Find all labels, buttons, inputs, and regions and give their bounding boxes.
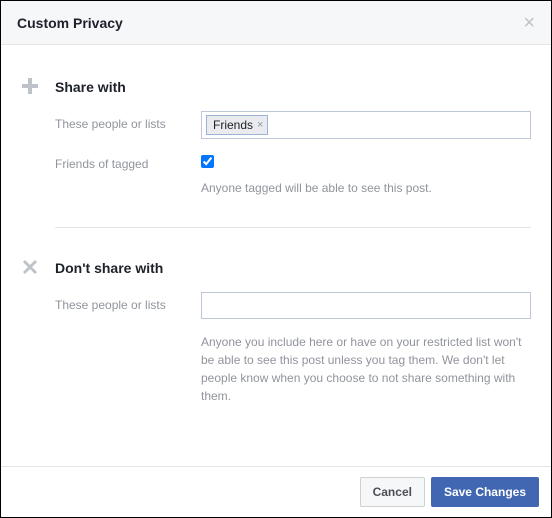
plus-icon [21,77,55,95]
share-people-label: These people or lists [55,111,201,131]
divider [55,227,531,228]
dialog-content: Share with These people or lists Friends… [1,45,551,417]
dialog-title: Custom Privacy [17,15,123,31]
friends-of-tagged-row: Friends of tagged Anyone tagged will be … [55,151,531,197]
dont-share-people-label: These people or lists [55,292,201,312]
friends-of-tagged-label: Friends of tagged [55,151,201,171]
close-icon[interactable]: × [523,13,535,33]
share-people-input[interactable]: Friends × [201,111,531,139]
share-section: Share with These people or lists Friends… [21,65,531,209]
save-button[interactable]: Save Changes [431,477,539,507]
dialog-header: Custom Privacy × [1,1,551,45]
share-hint: Anyone tagged will be able to see this p… [201,179,531,197]
dont-share-section: Don't share with These people or lists A… [21,246,531,417]
friends-of-tagged-checkbox[interactable] [201,155,214,168]
share-people-row: These people or lists Friends × [55,111,531,139]
chip-label: Friends [213,117,253,133]
dont-share-people-input[interactable] [201,292,531,319]
dont-share-title: Don't share with [55,258,531,278]
chip-remove-icon[interactable]: × [257,117,263,133]
dialog-footer: Cancel Save Changes [1,466,551,517]
dont-share-hint: Anyone you include here or have on your … [201,333,531,405]
share-title: Share with [55,77,531,97]
chip-friends[interactable]: Friends × [206,115,268,135]
dont-share-people-row: These people or lists Anyone you include… [55,292,531,405]
cancel-button[interactable]: Cancel [360,477,425,507]
x-icon [21,258,55,276]
